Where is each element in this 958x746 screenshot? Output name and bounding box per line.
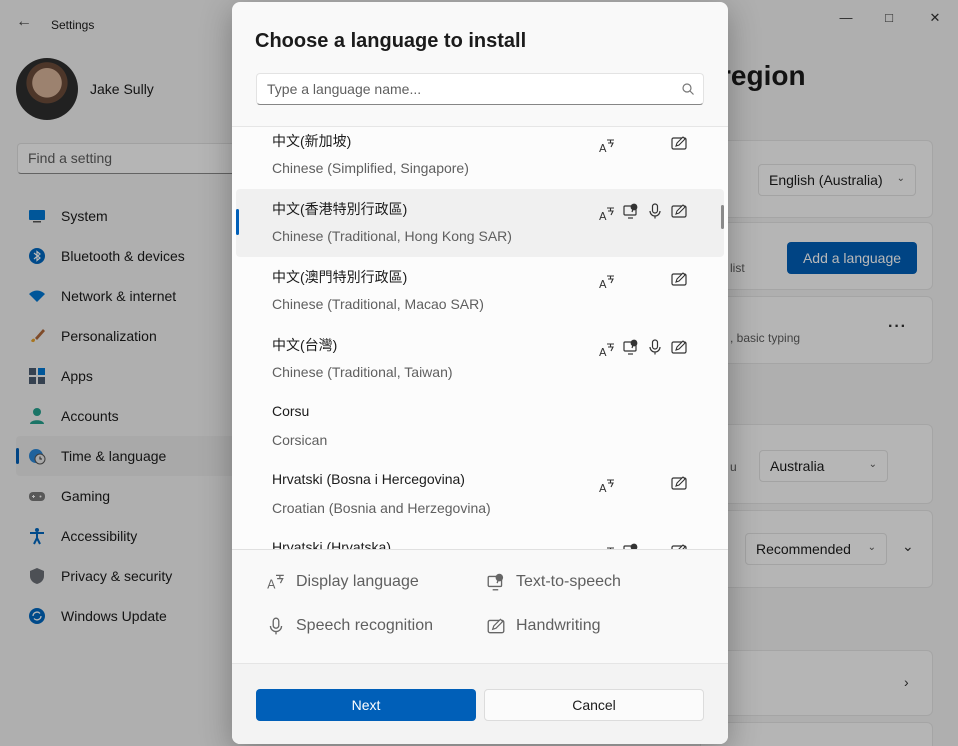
- language-native-name: Hrvatski (Bosna i Hercegovina): [272, 471, 465, 487]
- language-list[interactable]: 中文(新加坡) Chinese (Simplified, Singapore) A 中…: [232, 126, 728, 550]
- language-english-name: Croatian (Bosnia and Herzegovina): [272, 500, 491, 516]
- handwriting-icon: [670, 474, 688, 492]
- language-native-name: 中文(澳門特別行政區): [272, 269, 408, 285]
- legend-display-label: Display language: [296, 573, 419, 590]
- handwriting-icon: [670, 134, 688, 152]
- legend-display-language: A Display language: [266, 572, 419, 592]
- svg-text:A: A: [267, 578, 276, 592]
- handwriting-icon: [670, 542, 688, 549]
- cancel-button[interactable]: Cancel: [484, 689, 704, 721]
- text-to-speech-icon: [622, 338, 640, 356]
- language-native-name: 中文(香港特別行政區): [272, 201, 408, 217]
- handwriting-icon: [486, 616, 506, 636]
- feature-legend: A Display language Text-to-speech Speech…: [232, 554, 728, 662]
- dialog-title: Choose a language to install: [255, 30, 527, 52]
- legend-speech-recognition: Speech recognition: [266, 616, 433, 636]
- display-language-icon: A: [266, 572, 286, 592]
- svg-text:A: A: [599, 346, 607, 359]
- scrollbar-thumb[interactable]: [721, 205, 724, 229]
- legend-speech-label: Speech recognition: [296, 617, 433, 634]
- display-language-icon: A: [598, 205, 616, 223]
- microphone-icon: [266, 616, 286, 636]
- microphone-icon: [646, 202, 664, 220]
- language-list-item[interactable]: Hrvatski (Bosna i Hercegovina) Croatian (…: [236, 461, 724, 529]
- svg-text:A: A: [599, 210, 607, 223]
- language-english-name: Chinese (Traditional, Hong Kong SAR): [272, 228, 512, 244]
- language-list-item[interactable]: 中文(台灣) Chinese (Traditional, Taiwan) A: [236, 325, 724, 393]
- language-list-item[interactable]: 中文(新加坡) Chinese (Simplified, Singapore) A: [236, 127, 724, 189]
- language-search-box[interactable]: [256, 73, 704, 105]
- display-language-icon: A: [598, 137, 616, 155]
- choose-language-dialog: Choose a language to install 中文(新加坡) Chin…: [232, 2, 728, 744]
- language-list-items: 中文(新加坡) Chinese (Simplified, Singapore) A 中…: [232, 127, 728, 550]
- handwriting-icon: [670, 202, 688, 220]
- next-button[interactable]: Next: [256, 689, 476, 721]
- language-native-name: Corsu: [272, 403, 310, 419]
- language-english-name: Chinese (Traditional, Macao SAR): [272, 296, 484, 312]
- language-list-item[interactable]: Hrvatski (Hrvatska) A: [236, 529, 724, 550]
- legend-handwriting-label: Handwriting: [516, 617, 601, 634]
- language-list-item[interactable]: 中文(澳門特別行政區) Chinese (Traditional, Macao S…: [236, 257, 724, 325]
- handwriting-icon: [670, 270, 688, 288]
- dialog-footer: Next Cancel: [232, 663, 728, 744]
- search-icon: [682, 83, 694, 95]
- display-language-icon: A: [598, 477, 616, 495]
- legend-handwriting: Handwriting: [486, 616, 600, 636]
- language-native-name: Hrvatski (Hrvatska): [272, 539, 392, 550]
- language-english-name: Chinese (Simplified, Singapore): [272, 160, 469, 176]
- svg-text:A: A: [599, 482, 607, 495]
- display-language-icon: A: [598, 545, 616, 549]
- language-native-name: 中文(新加坡): [272, 133, 352, 149]
- display-language-icon: A: [598, 273, 616, 291]
- legend-text-to-speech: Text-to-speech: [486, 572, 621, 592]
- text-to-speech-icon: [622, 542, 640, 549]
- svg-text:A: A: [599, 278, 607, 291]
- language-list-item[interactable]: 中文(香港特別行政區) Chinese (Traditional, Hong Ko…: [236, 189, 724, 257]
- handwriting-icon: [670, 338, 688, 356]
- language-search-input[interactable]: [257, 74, 667, 104]
- display-language-icon: A: [598, 341, 616, 359]
- text-to-speech-icon: [622, 202, 640, 220]
- language-english-name: Corsican: [272, 432, 328, 448]
- language-list-item[interactable]: Corsu Corsican: [236, 393, 724, 461]
- text-to-speech-icon: [486, 572, 506, 592]
- legend-tts-label: Text-to-speech: [516, 573, 621, 590]
- language-english-name: Chinese (Traditional, Taiwan): [272, 364, 453, 380]
- svg-text:A: A: [599, 142, 607, 155]
- language-native-name: 中文(台灣): [272, 337, 338, 353]
- microphone-icon: [646, 338, 664, 356]
